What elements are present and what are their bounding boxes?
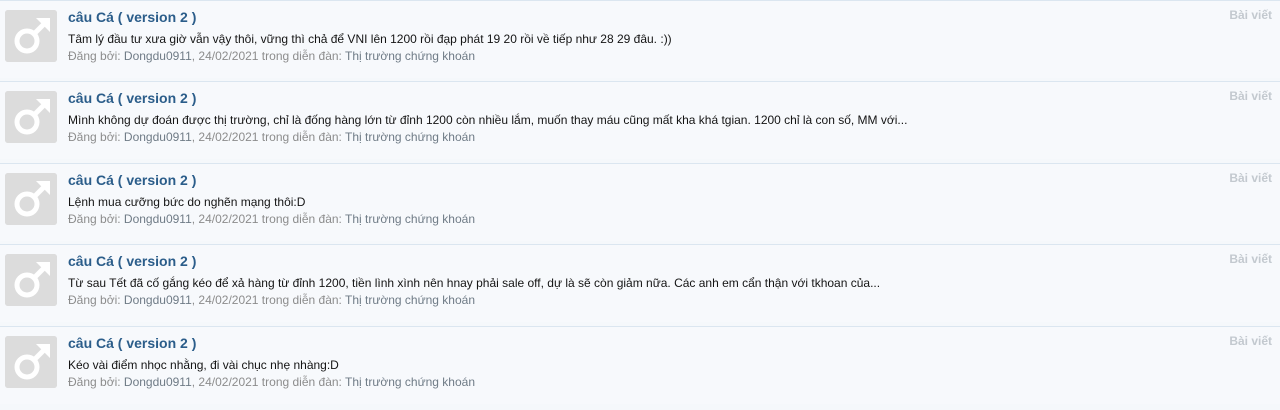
meta-middle: , 24/02/2021 trong diễn đàn: <box>191 49 345 63</box>
search-result-row: câu Cá ( version 2 ) Lệnh mua cưỡng bức … <box>0 163 1280 241</box>
post-meta: Đăng bởi: Dongdu0911, 24/02/2021 trong d… <box>68 212 475 226</box>
avatar[interactable] <box>5 336 57 388</box>
meta-middle: , 24/02/2021 trong diễn đàn: <box>191 130 345 144</box>
author-link[interactable]: Dongdu0911 <box>124 375 192 389</box>
meta-prefix: Đăng bởi: <box>68 49 124 63</box>
post-snippet: Mình không dự đoán được thị trường, chỉ … <box>68 113 908 127</box>
thread-title-link[interactable]: câu Cá ( version 2 ) <box>68 253 196 269</box>
male-symbol-icon <box>5 10 57 62</box>
male-symbol-icon <box>5 336 57 388</box>
meta-prefix: Đăng bởi: <box>68 375 124 389</box>
search-result-row: câu Cá ( version 2 ) Kéo vài điểm nhọc n… <box>0 326 1280 404</box>
content-type-badge: Bài viết <box>1229 334 1272 348</box>
post-snippet: Lệnh mua cưỡng bức do nghẽn mạng thôi:D <box>68 195 306 209</box>
thread-title-link[interactable]: câu Cá ( version 2 ) <box>68 90 196 106</box>
thread-title-link[interactable]: câu Cá ( version 2 ) <box>68 9 196 25</box>
author-link[interactable]: Dongdu0911 <box>124 49 192 63</box>
avatar[interactable] <box>5 254 57 306</box>
post-meta: Đăng bởi: Dongdu0911, 24/02/2021 trong d… <box>68 293 475 307</box>
forum-link[interactable]: Thị trường chứng khoán <box>345 130 475 144</box>
author-link[interactable]: Dongdu0911 <box>124 293 192 307</box>
avatar[interactable] <box>5 173 57 225</box>
forum-link[interactable]: Thị trường chứng khoán <box>345 375 475 389</box>
meta-prefix: Đăng bởi: <box>68 212 124 226</box>
search-results-list: câu Cá ( version 2 ) Tâm lý đầu tư xưa g… <box>0 0 1280 410</box>
meta-prefix: Đăng bởi: <box>68 130 124 144</box>
post-meta: Đăng bởi: Dongdu0911, 24/02/2021 trong d… <box>68 375 475 389</box>
forum-link[interactable]: Thị trường chứng khoán <box>345 293 475 307</box>
post-snippet: Kéo vài điểm nhọc nhằng, đi vài chục nhẹ… <box>68 358 339 372</box>
search-result-row: câu Cá ( version 2 ) Tâm lý đầu tư xưa g… <box>0 0 1280 78</box>
post-snippet: Tâm lý đầu tư xưa giờ vẫn vậy thôi, vững… <box>68 32 672 46</box>
content-type-badge: Bài viết <box>1229 8 1272 22</box>
content-type-badge: Bài viết <box>1229 89 1272 103</box>
content-type-badge: Bài viết <box>1229 171 1272 185</box>
forum-link[interactable]: Thị trường chứng khoán <box>345 49 475 63</box>
meta-middle: , 24/02/2021 trong diễn đàn: <box>191 212 345 226</box>
thread-title-link[interactable]: câu Cá ( version 2 ) <box>68 335 196 351</box>
post-meta: Đăng bởi: Dongdu0911, 24/02/2021 trong d… <box>68 130 475 144</box>
author-link[interactable]: Dongdu0911 <box>124 212 192 226</box>
avatar[interactable] <box>5 91 57 143</box>
forum-link[interactable]: Thị trường chứng khoán <box>345 212 475 226</box>
post-meta: Đăng bởi: Dongdu0911, 24/02/2021 trong d… <box>68 49 475 63</box>
male-symbol-icon <box>5 254 57 306</box>
content-type-badge: Bài viết <box>1229 252 1272 266</box>
male-symbol-icon <box>5 173 57 225</box>
avatar[interactable] <box>5 10 57 62</box>
search-result-row: câu Cá ( version 2 ) Mình không dự đoán … <box>0 81 1280 159</box>
post-snippet: Từ sau Tết đã cố gắng kéo để xả hàng từ … <box>68 276 881 290</box>
male-symbol-icon <box>5 91 57 143</box>
meta-prefix: Đăng bởi: <box>68 293 124 307</box>
author-link[interactable]: Dongdu0911 <box>124 130 192 144</box>
meta-middle: , 24/02/2021 trong diễn đàn: <box>191 375 345 389</box>
thread-title-link[interactable]: câu Cá ( version 2 ) <box>68 172 196 188</box>
search-result-row: câu Cá ( version 2 ) Từ sau Tết đã cố gắ… <box>0 244 1280 322</box>
meta-middle: , 24/02/2021 trong diễn đàn: <box>191 293 345 307</box>
